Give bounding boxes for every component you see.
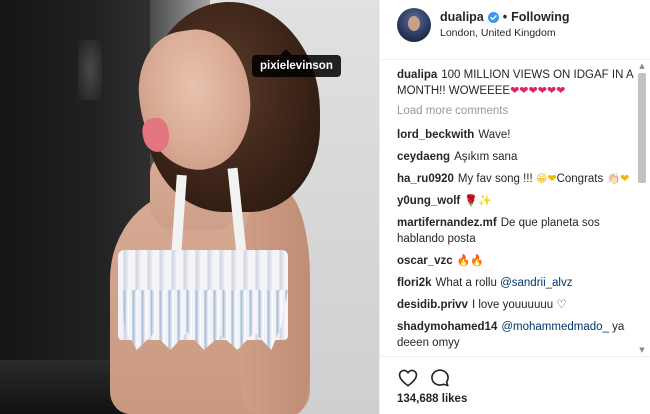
comment-emoji: 😁❤ [535,172,557,185]
comment-username[interactable]: ha_ru0920 [397,173,454,185]
username-link[interactable]: dualipa [440,10,484,24]
post-caption: dualipa 100 MILLION VIEWS ON IDGAF IN A M… [397,67,633,99]
post-header: dualipa • Following London, United Kingd… [380,0,650,60]
scroll-track[interactable] [638,73,646,343]
comment-emoji: 🔥🔥 [456,254,485,267]
comment-mention[interactable]: @mohammedmado_ [501,321,609,333]
comment-item: desidib.privv I love youuuuuu ♡ [397,297,633,313]
username-row: dualipa • Following [440,9,569,25]
likes-count[interactable]: 134,688 likes [397,393,467,405]
comment-text: My fav song !!! [457,173,536,185]
scroll-down-arrow-icon[interactable]: ▼ [638,345,646,355]
comment-item: ha_ru0920 My fav song !!! 😁❤Congrats 👏🏻❤ [397,171,633,187]
comment-item: y0ung_wolf 🌹✨ [397,193,633,209]
comment-username[interactable]: ceydaeng [397,151,450,163]
comment-text: Aşıkım sana [454,151,518,163]
comment-username[interactable]: y0ung_wolf [397,195,460,207]
comment-text: Wave! [478,129,511,141]
comment-mention[interactable]: @sandrii_alvz [500,277,572,289]
verified-badge-icon [487,11,499,23]
comment-username[interactable]: flori2k [397,277,432,289]
comment-emoji-2: 👏🏻❤ [606,172,630,185]
separator-dot: • [502,10,508,24]
post-actions: 134,688 likes [380,356,650,414]
heart-icon[interactable] [397,367,419,389]
comment-username[interactable]: desidib.privv [397,299,468,311]
comment-username[interactable]: shadymohamed14 [397,321,497,333]
comment-username[interactable]: martifernandez.mf [397,217,497,229]
comment-username[interactable]: lord_beckwith [397,129,474,141]
comment-item: flori2k What a rollu @sandrii_alvz [397,275,633,291]
comments-scrollbar[interactable]: ▲ ▼ [638,61,646,355]
comment-text: I love youuuuuu ♡ [471,299,567,311]
comment-item: lord_beckwith Wave! [397,127,633,143]
comment-text-2: Congrats [556,173,607,185]
caption-username[interactable]: dualipa [397,69,437,81]
caption-hearts: ❤❤❤❤❤❤ [510,84,566,97]
avatar[interactable] [397,8,431,42]
comment-item: martifernandez.mf De que planeta sos habl… [397,215,633,247]
scroll-thumb[interactable] [638,73,646,183]
comment-text: What a rollu [435,277,501,289]
comment-item: ceydaeng Aşıkım sana [397,149,633,165]
post-photo[interactable]: pixielevinson [0,0,379,414]
following-button[interactable]: Following [511,10,569,24]
post-side-panel: dualipa • Following London, United Kingd… [379,0,650,414]
photo-user-tag[interactable]: pixielevinson [252,49,341,77]
load-more-comments-button[interactable]: Load more comments [397,105,633,117]
comments-list[interactable]: dualipa 100 MILLION VIEWS ON IDGAF IN A M… [380,61,650,355]
comment-emoji: 🌹✨ [464,194,492,207]
comment-item: oscar_vzc 🔥🔥 [397,253,633,269]
comment-item: shadymohamed14 @mohammedmado_ ya deeen om… [397,319,633,351]
scroll-up-arrow-icon[interactable]: ▲ [638,61,646,71]
comment-username[interactable]: oscar_vzc [397,255,453,267]
location-link[interactable]: London, United Kingdom [440,27,556,39]
comment-bubble-icon[interactable] [429,367,451,389]
